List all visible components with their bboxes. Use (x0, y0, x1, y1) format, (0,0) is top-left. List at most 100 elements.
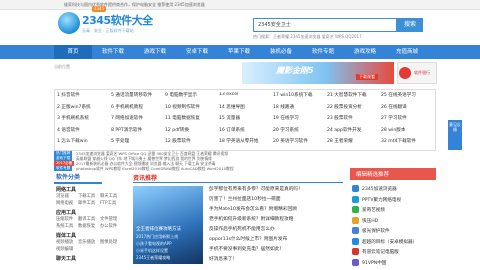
grid-link[interactable]: 12 pdf转换 (165, 127, 218, 133)
app-icon[interactable] (352, 248, 359, 255)
grid-link[interactable]: 19 在线学习 (273, 115, 326, 121)
grid-link[interactable]: 1 抖音软件 (57, 92, 110, 98)
grid-link[interactable]: 22 股票投资分析 (327, 104, 380, 110)
news-image-link[interactable]: 小米手机这样设置 (136, 248, 168, 254)
app-name[interactable]: PPTV聚力网络电视 (362, 197, 436, 203)
ad-banner[interactable] (242, 62, 394, 84)
category-link[interactable]: 下载工具 (78, 193, 95, 199)
category-link[interactable]: FTP工具 (100, 200, 116, 206)
app-icon[interactable] (352, 206, 359, 213)
nav-android[interactable]: 安卓下载 (176, 45, 218, 59)
grid-link[interactable]: 20 英语学习软件 (273, 138, 326, 144)
grid-link[interactable]: 28 win版本 (381, 127, 434, 133)
category-link[interactable]: 视频编辑 (56, 246, 73, 252)
news-item[interactable]: 手为Mate10发布会怎么看？附赠精彩回顾 (209, 206, 344, 212)
grid-link[interactable]: 18 线路通 (273, 104, 326, 110)
category-group-head[interactable]: 媒体工具 (56, 232, 76, 239)
nav-apple[interactable]: 苹果下载 (218, 45, 260, 59)
category-group-head[interactable]: 聊天工具 (56, 255, 76, 262)
news-item[interactable]: 手机不要没事到处充电？居然如此！ (209, 246, 344, 252)
grid-link[interactable]: 16 订单系统 (219, 127, 272, 133)
category-link[interactable]: 网络电视 (56, 200, 73, 206)
category-link[interactable]: 压缩软件 (56, 216, 73, 222)
app-name[interactable]: 快压HD (362, 218, 436, 224)
category-link[interactable]: 系统工具 (56, 223, 73, 229)
app-name[interactable]: 极光保护软件 (362, 228, 436, 234)
app-icon[interactable] (352, 185, 359, 192)
grid-link[interactable]: 5 通话流量转移软件 (111, 92, 164, 98)
app-name[interactable]: 超越的目标（安卓模拟器） (362, 239, 436, 245)
category-row-tag[interactable]: 软件专题 (54, 166, 73, 171)
category-link[interactable]: 聊天工具 (100, 193, 117, 199)
nav-mall[interactable]: 充值商城 (386, 45, 428, 59)
news-image-link[interactable]: 小孩子看电视的APP (136, 241, 172, 247)
site-logo[interactable]: 2345软件大全 (82, 12, 153, 28)
app-icon[interactable] (352, 195, 359, 203)
grid-link[interactable]: 3 手机刷机系统 (57, 115, 110, 121)
grid-link[interactable]: 24 app软件开发 (327, 127, 380, 133)
category-link[interactable]: 数据恢复 (78, 223, 95, 229)
grid-link[interactable]: 13 excel (219, 92, 272, 97)
grid-link[interactable]: 11 电脑数据恢复 (165, 115, 218, 121)
news-title[interactable]: 资讯推荐 (133, 173, 157, 182)
grid-link[interactable]: 18 学英语从零开始 (219, 138, 272, 144)
news-item[interactable]: 厉害了！兰州拉面店10秒拉一碗面 (209, 196, 344, 202)
grid-link[interactable]: 21 大智慧软件下载 (327, 92, 380, 98)
news-item[interactable]: 彭宇那位有原来有多惨？可能原来是真的吗！ (209, 186, 344, 192)
grid-link[interactable]: 8 PPT演示软件 (111, 127, 164, 133)
news-image-link[interactable]: 2345王者荣耀攻略 (136, 255, 170, 261)
feedback-tab[interactable]: 意见反馈 (448, 120, 462, 150)
app-name[interactable]: 91VPN中国 (362, 260, 436, 266)
grid-link[interactable]: 28 王者荣耀 (327, 138, 380, 144)
category-link[interactable]: 办公软件 (100, 223, 117, 229)
nav-software[interactable]: 软件下载 (92, 45, 134, 59)
category-link[interactable]: 浏览器 (56, 193, 69, 199)
grid-link[interactable]: 7 网络加速软件 (111, 115, 164, 121)
category-link[interactable]: 音乐播放 (78, 239, 95, 245)
news-item[interactable]: oppor11s什么时候上市？附图片发布 (209, 236, 344, 242)
nav-home[interactable]: 首页 (54, 45, 92, 59)
grid-link[interactable]: 23 股票软件 (327, 115, 380, 121)
app-name[interactable]: 爱奇艺视频 (362, 207, 436, 213)
news-image-link[interactable]: 2017热门应用新鲜上线 (136, 234, 178, 240)
app-icon[interactable] (352, 216, 359, 224)
grid-link[interactable]: 15 流量器 (219, 115, 272, 121)
category-link[interactable]: 图像处理 (100, 239, 117, 245)
app-icon[interactable] (352, 227, 359, 234)
grid-link[interactable]: 2 正版win7系统 (57, 104, 110, 110)
grid-link[interactable]: 14 思维导图 (219, 104, 272, 110)
news-item[interactable]: 老手机如何升级新系统？附详细教程攻略 (209, 216, 344, 222)
app-icon[interactable] (352, 237, 359, 245)
grid-link[interactable]: 27 学习软件 (381, 115, 434, 121)
grid-link[interactable]: 5 字处理 (111, 138, 164, 144)
news-item[interactable]: 反操作后手机死机不能用怎么办 (209, 226, 344, 232)
news-item[interactable]: 好消息来了！ (209, 256, 344, 262)
grid-link[interactable]: 20 学习系统 (273, 127, 326, 133)
nav-game-guides[interactable]: 游戏攻略 (344, 45, 386, 59)
grid-link[interactable]: 9 电脑数字显示 (165, 92, 218, 98)
category-link[interactable]: 文件管理 (100, 216, 117, 222)
category-link[interactable]: 邮件工具 (78, 200, 95, 206)
grid-link[interactable]: 12 股票软件 (165, 138, 218, 144)
grid-link[interactable]: 10 视频制作软件 (165, 104, 218, 110)
category-group-head[interactable]: 应用工具 (56, 209, 76, 216)
search-button[interactable]: 搜索 (397, 18, 423, 32)
grid-link[interactable]: 32 mt4下载软件 (381, 138, 434, 144)
grid-link[interactable]: 26 在线翻译 (381, 104, 434, 110)
hot-searches[interactable]: 热门搜索：王者荣耀 2345加速浏览器 爱奇艺 WPS QQ2017 (253, 34, 453, 40)
search-input[interactable]: 2345安全卫士 (253, 18, 397, 32)
grid-link[interactable]: 17 win10系统下载 (273, 92, 326, 98)
app-name[interactable]: 2345加速浏览器 (362, 186, 436, 192)
category-link[interactable]: 视频播放 (56, 239, 73, 245)
grid-link[interactable]: 4 语音软件 (57, 127, 110, 133)
app-name[interactable]: 有道云笔记电脑版 (362, 249, 436, 255)
nav-essentials[interactable]: 装机必备 (260, 45, 302, 59)
app-icon[interactable] (352, 258, 359, 266)
grid-link[interactable]: 1 怎么下载win (57, 138, 110, 144)
nav-games[interactable]: 游戏下载 (134, 45, 176, 59)
grid-link[interactable]: 25 在线英语学习 (381, 92, 434, 98)
nav-topics[interactable]: 软件专题 (302, 45, 344, 59)
grid-link[interactable]: 6 手机刷机教程 (111, 104, 164, 110)
category-link[interactable]: 翻译工具 (78, 216, 95, 222)
category-group-head[interactable]: 网络工具 (56, 186, 76, 193)
